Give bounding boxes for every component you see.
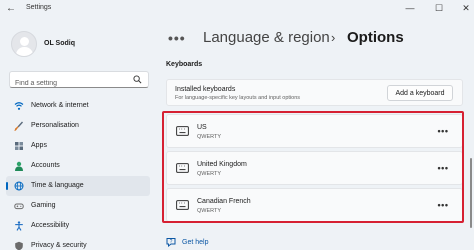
sidebar-item-label: Gaming <box>31 202 56 209</box>
wifi-icon <box>14 102 24 110</box>
add-keyboard-button[interactable]: Add a keyboard <box>387 85 453 101</box>
sidebar-item-time-language[interactable]: Time & language <box>6 176 150 196</box>
sidebar-item-gaming[interactable]: Gaming <box>6 196 150 216</box>
sidebar-item-label: Accounts <box>31 162 60 169</box>
annotation-highlight-box <box>162 111 464 223</box>
scrollbar[interactable] <box>470 158 472 228</box>
sidebar-item-accessibility[interactable]: Accessibility <box>6 216 150 236</box>
sidebar-item-label: Privacy & security <box>31 242 87 249</box>
sidebar-item-privacy[interactable]: Privacy & security <box>6 236 150 250</box>
installed-keyboards-card: Installed keyboards For language-specifi… <box>166 79 463 106</box>
page-title: Options <box>347 29 404 46</box>
close-icon[interactable]: ✕ <box>459 2 473 14</box>
apps-icon <box>15 142 23 150</box>
breadcrumb-parent-link[interactable]: Language & region <box>203 29 330 46</box>
back-arrow-icon[interactable]: ← <box>5 3 17 15</box>
sidebar-item-personalisation[interactable]: Personalisation <box>6 116 150 136</box>
sidebar-item-apps[interactable]: Apps <box>6 136 150 156</box>
shield-icon <box>15 241 23 250</box>
gamepad-icon <box>14 203 24 210</box>
installed-keyboards-title: Installed keyboards <box>175 86 236 93</box>
avatar-head-shape <box>20 37 29 46</box>
sidebar-item-accounts[interactable]: Accounts <box>6 156 150 176</box>
breadcrumb-separator-icon: › <box>331 30 336 45</box>
window-title: Settings <box>26 4 52 11</box>
sidebar-item-network[interactable]: Network & internet <box>6 96 150 116</box>
sidebar-item-label: Apps <box>31 142 47 149</box>
search-box[interactable] <box>9 71 149 91</box>
installed-keyboards-subtitle: For language-specific key layouts and in… <box>175 95 301 101</box>
get-help-link[interactable]: ? Get help <box>166 237 208 247</box>
avatar-body-shape <box>16 47 33 56</box>
avatar[interactable] <box>11 31 37 57</box>
person-icon <box>15 161 23 171</box>
get-help-label: Get help <box>182 238 209 246</box>
maximize-icon[interactable]: ☐ <box>432 2 446 14</box>
sidebar-item-label: Personalisation <box>31 122 79 129</box>
search-input[interactable] <box>10 76 130 91</box>
accessibility-icon <box>15 221 23 231</box>
minimize-icon[interactable]: — <box>403 2 417 14</box>
globe-clock-icon <box>14 181 24 191</box>
user-name: OL Sodiq <box>44 40 75 47</box>
title-bar: ← Settings — ☐ ✕ <box>0 0 474 18</box>
brush-icon <box>14 121 24 131</box>
sidebar-item-label: Accessibility <box>31 222 70 229</box>
section-title-keyboards: Keyboards <box>166 61 203 68</box>
search-icon[interactable] <box>133 75 142 84</box>
breadcrumb-overflow-button[interactable]: ••• <box>168 30 186 46</box>
sidebar-item-label: Network & internet <box>31 102 89 109</box>
help-icon: ? <box>166 238 176 247</box>
svg-text:?: ? <box>170 239 173 245</box>
sidebar-item-label: Time & language <box>31 182 84 189</box>
sidebar-nav: Network & internet Personalisation Apps … <box>0 96 152 250</box>
